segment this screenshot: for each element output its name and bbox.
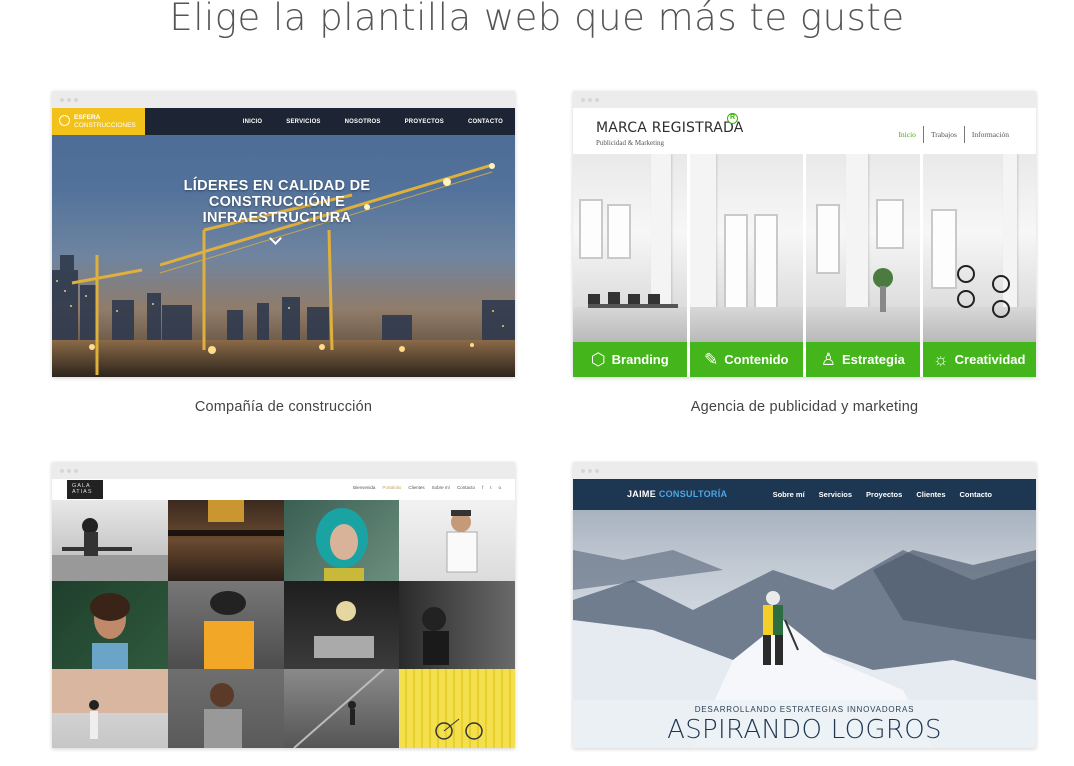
browser-frame: ESFERA CONSTRUCCIONES INICIO SERVICIOS N… <box>52 91 515 377</box>
nav-clientes: Clientes <box>408 485 425 490</box>
browser-frame: JAIME CONSULTORÍA Sobre mí Servicios Pro… <box>573 462 1036 748</box>
brand-tagline: Publicidad & Marketing <box>596 139 665 147</box>
photo-tile <box>283 669 400 748</box>
pencil-icon: ✎ <box>703 349 719 369</box>
nav-inicio: Inicio <box>898 130 916 139</box>
nav-informacion: Información <box>971 130 1009 139</box>
service-creatividad: ☼ Creatividad <box>922 342 1036 377</box>
nav-servicios: SERVICIOS <box>286 118 321 125</box>
twitter-icon: t <box>490 485 492 490</box>
photo-tile <box>283 581 400 669</box>
photo-tile <box>399 669 515 748</box>
esfera-logo: ESFERA CONSTRUCCIONES <box>52 108 145 135</box>
template-navbar: ESFERA CONSTRUCCIONES INICIO SERVICIOS N… <box>52 108 515 135</box>
service-branding: ⬡ Branding <box>573 342 687 377</box>
template-preview[interactable]: GALA ATIAS Bienvenida Portafolio Cliente… <box>52 479 515 748</box>
photo-tile <box>52 500 168 581</box>
hero-headline: LÍDERES EN CALIDAD DE CONSTRUCCIÓN E INF… <box>183 178 371 226</box>
browser-frame: GALA ATIAS Bienvenida Portafolio Cliente… <box>52 462 515 748</box>
service-panel: ☼ Creatividad <box>922 154 1036 377</box>
nav-contacto: Contacto <box>959 490 993 499</box>
photo-tile <box>52 581 168 669</box>
hero-headline: ASPIRANDO LOGROS <box>667 715 942 745</box>
template-caption[interactable]: Agencia de publicidad y marketing <box>573 399 1036 415</box>
photo-tile <box>52 669 168 748</box>
page-title: Elige la plantilla web que más te guste <box>169 0 905 39</box>
jaime-consultoria-logo: JAIME CONSULTORÍA <box>627 489 728 499</box>
template-navbar: GALA ATIAS Bienvenida Portafolio Cliente… <box>52 479 515 500</box>
construction-scene-image <box>52 163 515 377</box>
nav-contacto: Contacto <box>456 485 475 490</box>
nav-sobre-mi: Sobre mí <box>772 490 805 499</box>
browser-frame: MARCA REGISTRADA R Publicidad & Marketin… <box>573 91 1036 377</box>
box-icon: ⬡ <box>590 349 606 369</box>
gala-atias-logo: GALA ATIAS <box>67 480 103 499</box>
photo-tile <box>399 581 515 669</box>
browser-bar <box>573 91 1036 108</box>
template-preview[interactable]: JAIME CONSULTORÍA Sobre mí Servicios Pro… <box>573 479 1036 748</box>
browser-bar <box>52 462 515 479</box>
photo-tile <box>399 500 515 581</box>
service-contenido: ✎ Contenido <box>689 342 803 377</box>
lightbulb-icon: ☼ <box>933 349 949 369</box>
nav-proyectos: PROYECTOS <box>404 118 444 125</box>
nav-nosotros: NOSOTROS <box>344 118 381 125</box>
office-photo-strip: ⬡ Branding ✎ Contenido ♙ Estrategia ☼ Cr… <box>573 154 1036 377</box>
nav-servicios: Servicios <box>818 490 853 499</box>
nav-bienvenida: Bienvenida <box>353 485 376 490</box>
template-preview[interactable]: MARCA REGISTRADA R Publicidad & Marketin… <box>573 108 1036 377</box>
nav-trabajos: Trabajos <box>930 130 957 139</box>
photo-grid <box>52 500 515 748</box>
hero-subheadline: DESARROLLANDO ESTRATEGIAS INNOVADORAS <box>694 705 915 714</box>
photo-tile <box>283 500 400 581</box>
template-navbar: Inicio Trabajos Información <box>891 126 1016 143</box>
nav-portafolio: Portafolio <box>382 485 402 490</box>
service-estrategia: ♙ Estrategia <box>806 342 920 377</box>
photo-tile <box>167 581 284 669</box>
service-panel: ✎ Contenido <box>689 154 803 377</box>
service-panel: ⬡ Branding <box>573 154 687 377</box>
nav-inicio: INICIO <box>242 118 263 125</box>
nav-proyectos: Proyectos <box>866 490 903 499</box>
photo-tile <box>167 500 284 581</box>
template-caption[interactable]: Compañía de construcción <box>52 399 515 415</box>
nav-contacto: CONTACTO <box>467 118 503 125</box>
nav-sobre-mi: Sobre mí <box>431 485 450 490</box>
template-navbar: JAIME CONSULTORÍA Sobre mí Servicios Pro… <box>573 479 1036 510</box>
template-preview[interactable]: ESFERA CONSTRUCCIONES INICIO SERVICIOS N… <box>52 108 515 377</box>
brand-name: MARCA REGISTRADA <box>596 120 744 136</box>
globe-icon <box>59 115 70 126</box>
browser-bar <box>52 91 515 108</box>
instagram-icon: o <box>498 485 501 490</box>
chess-piece-icon: ♙ <box>820 349 836 369</box>
facebook-icon: f <box>481 485 484 490</box>
browser-bar <box>573 462 1036 479</box>
service-panel: ♙ Estrategia <box>806 154 920 377</box>
registered-mark-icon: R <box>727 113 738 124</box>
nav-clientes: Clientes <box>916 490 946 499</box>
photo-tile <box>167 669 284 748</box>
